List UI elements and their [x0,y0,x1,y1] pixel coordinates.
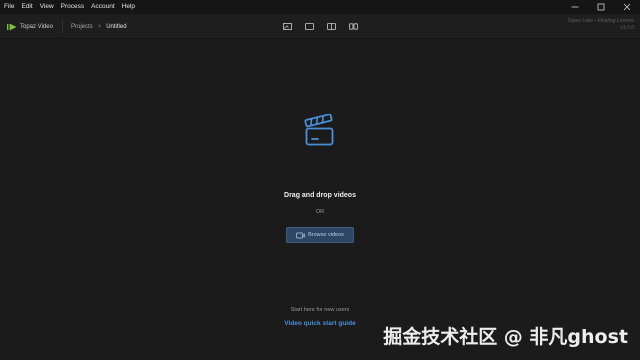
menu-file[interactable]: File [4,0,14,14]
menu-view[interactable]: View [40,0,54,14]
window-controls [562,0,640,14]
drop-title: Drag and drop videos [284,192,356,199]
menu-help[interactable]: Help [122,0,135,14]
app-window: File Edit View Process Account Help Topa… [0,0,640,360]
view-full-button[interactable] [303,21,315,33]
app-toolbar: Topaz Video Projects > Untitled Topaz La… [0,14,640,39]
app-brand: Topaz Video [7,14,53,39]
menu: File Edit View Process Account Help [0,0,142,14]
close-icon [623,3,631,11]
topaz-logo-icon [7,23,17,30]
app-name: Topaz Video [20,23,53,30]
browse-videos-label: Browse videos [308,232,344,238]
menu-edit[interactable]: Edit [21,0,32,14]
license-info: Topaz Labs • Floating License v1.0.0 [567,18,634,32]
version-text: v1.0.0 [620,25,634,31]
view-split-button[interactable] [325,21,337,33]
menu-process[interactable]: Process [61,0,84,14]
view-side-by-side-button[interactable] [347,21,359,33]
view-toggles [281,14,369,39]
license-text: Topaz Labs • Floating License [567,18,634,24]
menu-bar: File Edit View Process Account Help [0,0,640,14]
breadcrumb-projects[interactable]: Projects [71,24,93,30]
maximize-icon [597,3,605,11]
crop-view-icon [282,23,292,30]
start-hint: Start here for new users [290,307,350,313]
breadcrumb-separator: > [97,23,102,30]
clapperboard-icon [304,114,334,146]
single-view-icon [304,23,314,30]
breadcrumb: Projects > Untitled [71,14,127,39]
toolbar-divider [62,20,63,33]
menu-account[interactable]: Account [91,0,115,14]
side-by-side-view-icon [348,23,358,30]
close-button[interactable] [614,0,640,14]
view-single-crop-button[interactable] [281,21,293,33]
browse-videos-button[interactable]: Browse videos [286,227,354,243]
breadcrumb-current-project[interactable]: Untitled [106,24,126,30]
minimize-icon [571,6,579,8]
add-video-icon [296,232,305,238]
maximize-button[interactable] [588,0,614,14]
split-view-icon [326,23,336,30]
or-separator: OR [315,209,325,215]
minimize-button[interactable] [562,0,588,14]
watermark: 掘金技术社区 @ 非凡ghost [383,326,628,348]
